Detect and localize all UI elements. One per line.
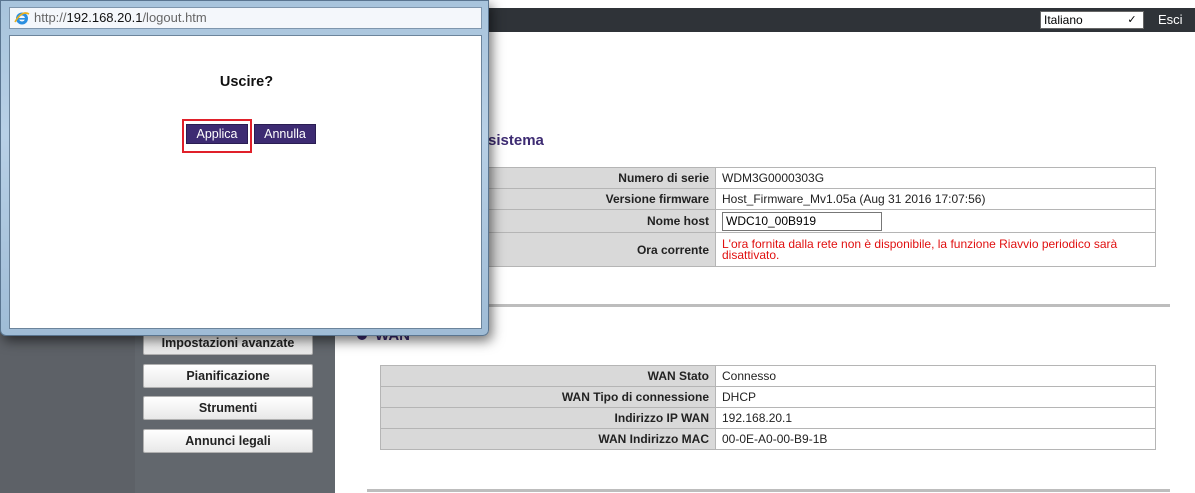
- current-time-cell: L'ora fornita dalla rete non è disponibi…: [715, 232, 1156, 267]
- wan-connection-type-value: DHCP: [715, 386, 1156, 408]
- url-prefix: http://: [34, 10, 67, 25]
- table-row: Nome host: [380, 209, 1156, 233]
- section-divider: [367, 489, 1170, 492]
- row-label: WAN Indirizzo MAC: [380, 428, 716, 450]
- internet-explorer-icon: [14, 12, 30, 25]
- table-row: WAN Tipo di connessione DHCP: [380, 386, 1156, 408]
- apply-button[interactable]: Applica: [186, 124, 248, 144]
- url-host: 192.168.20.1: [66, 10, 143, 25]
- nav-legal-notices[interactable]: Annunci legali: [143, 429, 313, 453]
- nav-scheduling[interactable]: Pianificazione: [143, 364, 313, 388]
- table-row: Versione firmware Host_Firmware_Mv1.05a …: [380, 188, 1156, 210]
- popup-content: Uscire? Applica Annulla: [9, 35, 482, 329]
- logout-link[interactable]: Esci: [1158, 11, 1183, 29]
- cancel-button[interactable]: Annulla: [254, 124, 316, 144]
- language-select-value: Italiano: [1044, 13, 1083, 27]
- address-bar[interactable]: http://192.168.20.1/logout.htm: [9, 7, 482, 29]
- hostname-cell: [715, 209, 1156, 233]
- row-label: Indirizzo IP WAN: [380, 407, 716, 429]
- table-row: Indirizzo IP WAN 192.168.20.1: [380, 407, 1156, 429]
- wan-mac-value: 00-0E-A0-00-B9-1B: [715, 428, 1156, 450]
- language-select[interactable]: Italiano ✓: [1040, 11, 1144, 29]
- table-row: WAN Stato Connesso: [380, 365, 1156, 387]
- hostname-input[interactable]: [722, 211, 882, 231]
- firmware-version-value: Host_Firmware_Mv1.05a (Aug 31 2016 17:07…: [715, 188, 1156, 210]
- table-row: WAN Indirizzo MAC 00-0E-A0-00-B9-1B: [380, 428, 1156, 450]
- table-row: Numero di serie WDM3G0000303G: [380, 167, 1156, 189]
- row-label: WAN Stato: [380, 365, 716, 387]
- table-row: Ora corrente L'ora fornita dalla rete no…: [380, 232, 1156, 267]
- system-section-title: sistema: [488, 132, 544, 149]
- logout-popup-window: http://192.168.20.1/logout.htm Uscire? A…: [0, 0, 489, 336]
- current-time-warning: L'ora fornita dalla rete non è disponibi…: [722, 236, 1118, 262]
- row-label: WAN Tipo di connessione: [380, 386, 716, 408]
- nav-tools[interactable]: Strumenti: [143, 396, 313, 420]
- serial-number-value: WDM3G0000303G: [715, 167, 1156, 189]
- wan-ip-value: 192.168.20.1: [715, 407, 1156, 429]
- wan-info-table: WAN Stato Connesso WAN Tipo di connessio…: [380, 365, 1156, 450]
- url-path: /logout.htm: [142, 10, 207, 25]
- chevron-down-icon: ✓: [1127, 14, 1137, 26]
- logout-question: Uscire?: [219, 74, 274, 90]
- wan-status-value: Connesso: [715, 365, 1156, 387]
- system-info-table: Numero di serie WDM3G0000303G Versione f…: [380, 167, 1156, 267]
